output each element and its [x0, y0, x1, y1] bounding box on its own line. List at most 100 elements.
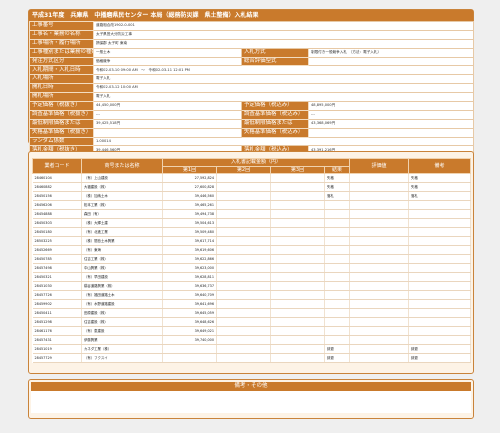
info-value: 1.00014 — [92, 136, 475, 147]
table-row: 28461176 （有）恵建設 39,649,021 — [32, 326, 472, 336]
cell-round3 — [270, 281, 325, 291]
cell-eval — [349, 353, 410, 363]
cell-round3 — [270, 335, 325, 345]
cell-round1: 39,617,714 — [162, 236, 217, 246]
cell-eval — [349, 218, 410, 228]
cell-code: 28457498 — [32, 263, 82, 273]
bid-results-table: 業者コード 商号または名称 入札書記載金額（円） 評価値 備考 第1回 第2回 … — [32, 158, 472, 363]
cell-eval — [349, 263, 410, 273]
info-label: 入札場所 — [29, 74, 94, 85]
cell-eval — [349, 191, 410, 201]
table-row: 28457498 中山興業（株） 39,623,000 — [32, 263, 472, 273]
cell-round3 — [270, 200, 325, 210]
cell-note — [408, 290, 472, 300]
info-label: 発注方式区分 — [29, 56, 94, 67]
cell-eval — [349, 182, 410, 192]
table-row: 28451298 住吉建設（株） 39,648,626 — [32, 317, 472, 327]
info-value — [307, 56, 475, 67]
cell-round3 — [270, 218, 325, 228]
cell-name: 住吉工業（株） — [81, 254, 163, 264]
cell-note: 落札 — [408, 191, 472, 201]
cell-name: 橋谷道路興業（株） — [81, 281, 163, 291]
cell-round1: 39,628,811 — [162, 272, 217, 282]
col-header-round2: 第2回 — [216, 165, 271, 174]
cell-note: 辞退 — [408, 353, 472, 363]
cell-eval — [349, 173, 410, 183]
page-title: 平成31年度 兵庫県 中播磨県民センター 本局（総務防災課 県土整備）入札結果 — [29, 10, 473, 21]
cell-eval — [349, 290, 410, 300]
info-row: 最低制限価格または 39,425,518円 最低制限価格または 43,368,069円 — [29, 118, 475, 129]
cell-code: 28450303 — [32, 218, 82, 228]
cell-result — [324, 272, 351, 282]
info-label: 開札日時 — [29, 83, 94, 94]
cell-code: 28451019 — [32, 344, 82, 354]
table-row: 28450180 （有）北進工業 39,509,480 — [32, 227, 472, 237]
cell-eval — [349, 227, 410, 237]
remarks-panel: 備考・その他 — [28, 379, 474, 419]
cell-code: 28452669 — [32, 245, 82, 255]
cell-result: 失格 — [324, 182, 351, 192]
cell-round3 — [270, 326, 325, 336]
info-value: 電子入札 — [92, 92, 475, 103]
cell-note: 辞退 — [408, 344, 472, 354]
cell-note — [408, 227, 472, 237]
cell-note — [408, 236, 472, 246]
cell-name: （有）東海 — [81, 245, 163, 255]
info-label: 予定価格（税込み） — [241, 101, 309, 111]
cell-round2 — [216, 236, 271, 246]
info-label: 予定価格（税抜き） — [29, 101, 94, 111]
cell-round2 — [216, 335, 271, 345]
table-row: 28503225 （株）間島土木興業 39,617,714 — [32, 236, 472, 246]
cell-eval — [349, 344, 410, 354]
cell-note — [408, 299, 472, 309]
table-row: 28459902 （有）水野道路建設 39,641,696 — [32, 299, 472, 309]
info-row: 開札日時 令和02-03-12 10:00 AM — [29, 83, 475, 94]
cell-result — [324, 317, 351, 327]
cell-round1: 39,740,000 — [162, 335, 217, 345]
cell-round3 — [270, 191, 325, 201]
table-row: 28450411 田原建設（株） 39,645,059 — [32, 308, 472, 318]
info-row: 入札期間・入札日時 令和02-03-10 09:00 AM 〜 令和02-03-1… — [29, 65, 475, 76]
cell-result — [324, 299, 351, 309]
cell-code: 28454888 — [32, 209, 82, 219]
cell-code: 28450321 — [32, 272, 82, 282]
info-row: 調査基準価格（税抜き） --- 調査基準価格（税込み） --- — [29, 109, 475, 120]
cell-round1 — [162, 344, 217, 354]
cell-name: （株）大輝土建 — [81, 218, 163, 228]
info-row: 発注方式区分 価格競争 総合評価型式 — [29, 56, 475, 67]
cell-result — [324, 281, 351, 291]
cell-round2 — [216, 326, 271, 336]
cell-name: 伊藤興業 — [81, 335, 163, 345]
info-label: 入札方式 — [241, 47, 309, 58]
cell-result — [324, 326, 351, 336]
cell-result — [324, 200, 351, 210]
cell-round3 — [270, 299, 325, 309]
table-row: 28450156 （株）加納土木 39,446,560 落札 落札 — [32, 191, 472, 201]
bid-summary-panel: 平成31年度 兵庫県 中播磨県民センター 本局（総務防災課 県土整備）入札結果 … — [28, 9, 475, 156]
cell-note — [408, 308, 472, 318]
cell-round1: 27,600,828 — [162, 182, 217, 192]
remarks-body — [31, 391, 471, 413]
cell-round2 — [216, 173, 271, 183]
table-row: 28457726 （有）福田道路土木 39,640,709 — [32, 290, 472, 300]
cell-result: 辞退 — [324, 353, 351, 363]
cell-round2 — [216, 227, 271, 237]
cell-round2 — [216, 299, 271, 309]
cell-round1: 39,465,261 — [162, 200, 217, 210]
cell-name: （有）早田建設 — [81, 272, 163, 282]
cell-round1: 39,645,059 — [162, 308, 217, 318]
table-row: 28452669 （有）東海 39,619,606 — [32, 245, 472, 255]
info-row: 工事種別または業務の種類 一般土木 入札方式 制限付き一般競争入札 （方法：電子入札） — [29, 47, 475, 58]
bid-results-panel: 業者コード 商号または名称 入札書記載金額（円） 評価値 備考 第1回 第2回 … — [28, 151, 474, 374]
cell-round1: 39,504,613 — [162, 218, 217, 228]
cell-eval — [349, 245, 410, 255]
cell-note — [408, 335, 472, 345]
cell-note — [408, 254, 472, 264]
info-value — [307, 127, 475, 138]
cell-code: 28450156 — [32, 191, 82, 201]
cell-round3 — [270, 272, 325, 282]
cell-round2 — [216, 317, 271, 327]
cell-name: 大福建設（株） — [81, 182, 163, 192]
col-header-eval: 評価値 — [349, 158, 410, 174]
cell-round3 — [270, 263, 325, 273]
